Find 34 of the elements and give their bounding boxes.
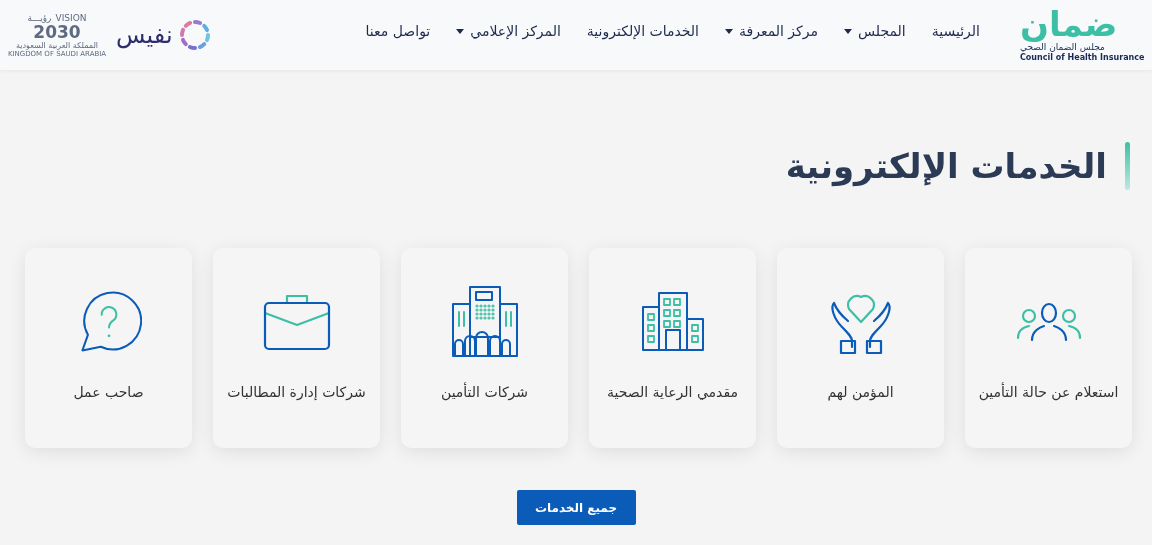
nav-link[interactable]: الخدمات الإلكترونية <box>586 23 699 39</box>
people-icon <box>1015 302 1082 342</box>
service-label: مقدمي الرعاية الصحية <box>606 383 739 403</box>
vision-label: VISION <box>55 12 87 23</box>
vision-year: 2030 <box>33 22 81 41</box>
page-title: الخدمات الإلكترونية <box>785 146 1107 186</box>
service-label: شركات التأمين <box>439 381 529 403</box>
office-building-icon <box>451 286 518 358</box>
service-card[interactable]: مقدمي الرعاية الصحية <box>589 248 756 448</box>
logo-arabic-name: مجلس الضمان الصحي <box>1020 42 1105 53</box>
service-card[interactable]: شركات التأمين <box>401 248 568 448</box>
vision-arabic-label: رؤيـــة <box>27 12 52 23</box>
nav-link[interactable]: المركز الإعلامي <box>456 23 561 39</box>
service-label: صاحب عمل <box>72 383 145 402</box>
service-card[interactable]: المؤمن لهم <box>777 248 944 448</box>
partner-wordmark: نفيس <box>116 21 173 49</box>
building-icon <box>641 292 704 352</box>
nav-link[interactable]: المجلس <box>844 23 906 39</box>
title-accent-bar <box>1125 142 1130 190</box>
logo-wordmark: ضمان <box>1020 7 1118 41</box>
service-label: استعلام عن حالة التأمين <box>978 381 1119 403</box>
nav-link[interactable]: الرئيسية <box>931 23 980 39</box>
service-label: شركات إدارة المطالبات <box>226 383 367 403</box>
briefcase-icon <box>262 293 331 351</box>
service-card[interactable]: شركات إدارة المطالبات <box>213 248 380 448</box>
service-label: المؤمن لهم <box>826 383 895 403</box>
country-arabic-name: المملكة العربية السعودية <box>15 40 99 50</box>
ring-logo-icon <box>178 18 211 52</box>
nav-link[interactable]: مركز المعرفة <box>725 23 818 39</box>
logo-english-name: Council of Health Insurance <box>1020 53 1145 63</box>
all-services-button[interactable]: جميع الخدمات <box>516 490 636 525</box>
nav-link[interactable]: تواصل معنا <box>365 23 431 39</box>
service-card[interactable]: استعلام عن حالة التأمين <box>965 248 1132 448</box>
service-card[interactable]: صاحب عمل <box>25 248 192 448</box>
